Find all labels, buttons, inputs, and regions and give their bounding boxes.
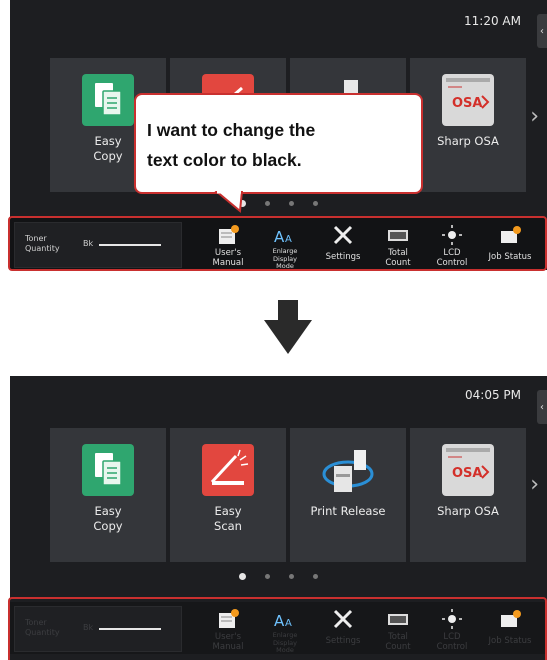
page-dot[interactable]	[313, 574, 318, 579]
tile-easy-scan[interactable]: Easy Scan	[170, 428, 286, 562]
tile-label: Easy Copy	[93, 504, 123, 533]
taskbar-highlight-box	[8, 216, 547, 271]
tile-print-release[interactable]: Print Release	[290, 428, 406, 562]
page-dot[interactable]	[265, 201, 270, 206]
page-dot[interactable]	[289, 574, 294, 579]
tile-label: Sharp OSA	[437, 504, 499, 518]
sharp-osa-icon: OSA	[442, 444, 494, 496]
down-arrow-icon	[264, 300, 312, 354]
tile-label: Print Release	[310, 504, 386, 518]
page-indicator	[10, 200, 547, 207]
tile-sharp-osa[interactable]: OSA Sharp OSA	[410, 58, 526, 192]
print-release-icon	[322, 444, 374, 496]
easy-scan-icon	[202, 444, 254, 496]
clock: 11:20 AM	[464, 14, 521, 28]
sharp-osa-icon: OSA	[442, 74, 494, 126]
easy-copy-icon	[82, 444, 134, 496]
tile-sharp-osa[interactable]: OSA Sharp OSA	[410, 428, 526, 562]
speech-bubble-tail	[214, 191, 244, 213]
side-panel-tab[interactable]: ‹	[537, 14, 547, 48]
page-dot[interactable]	[313, 201, 318, 206]
svg-text:OSA: OSA	[452, 96, 482, 111]
next-page-arrow[interactable]: ›	[530, 472, 539, 497]
page-dot[interactable]	[265, 574, 270, 579]
side-panel-tab[interactable]: ‹	[537, 390, 547, 424]
speech-bubble-text: I want to change the text color to black…	[147, 120, 316, 170]
next-page-arrow[interactable]: ›	[530, 104, 539, 129]
page-dot[interactable]	[289, 201, 294, 206]
page-dot[interactable]	[239, 573, 246, 580]
speech-bubble: I want to change the text color to black…	[134, 93, 423, 194]
clock: 04:05 PM	[465, 388, 521, 402]
taskbar-highlight-box	[8, 597, 547, 660]
tile-label: Easy Scan	[214, 504, 242, 533]
easy-copy-icon	[82, 74, 134, 126]
page-indicator	[10, 573, 547, 580]
tile-label: Sharp OSA	[437, 134, 499, 148]
tile-easy-copy[interactable]: Easy Copy	[50, 428, 166, 562]
svg-text:OSA: OSA	[452, 466, 482, 481]
